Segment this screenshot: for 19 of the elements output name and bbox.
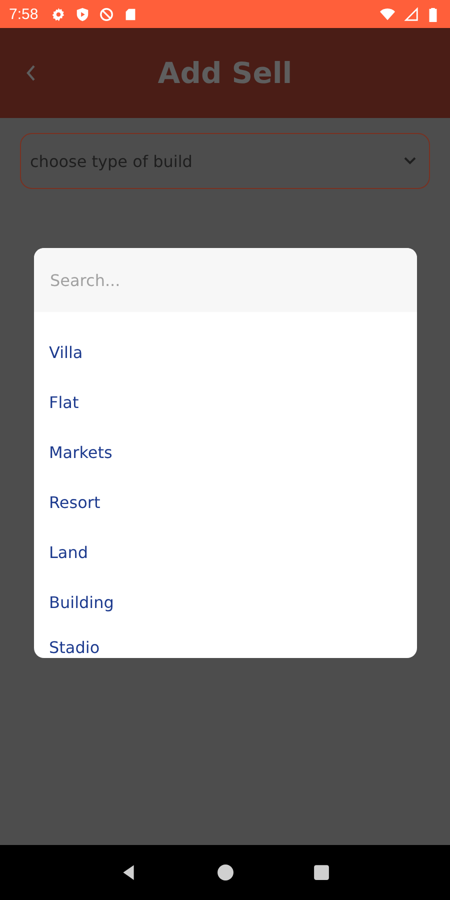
option-item[interactable]: Villa	[34, 328, 417, 378]
recents-square-icon[interactable]	[313, 864, 330, 881]
option-item[interactable]: Flat	[34, 378, 417, 428]
search-field[interactable]: Search...	[34, 248, 417, 312]
page-title: Add Sell	[158, 56, 292, 90]
blocked-circle-icon	[99, 6, 114, 22]
option-item[interactable]: Resort	[34, 478, 417, 528]
battery-icon	[428, 6, 438, 22]
wifi-icon	[380, 6, 395, 22]
home-circle-icon[interactable]	[216, 864, 234, 881]
option-item[interactable]: Markets	[34, 428, 417, 478]
option-item[interactable]: Stadio	[34, 628, 417, 658]
signal-icon	[404, 6, 419, 22]
gear-icon	[51, 6, 66, 22]
option-item[interactable]: Building	[34, 578, 417, 628]
shield-icon	[75, 6, 90, 22]
chevron-down-icon	[403, 156, 417, 166]
option-item[interactable]: Land	[34, 528, 417, 578]
status-time: 7:58	[9, 6, 38, 22]
